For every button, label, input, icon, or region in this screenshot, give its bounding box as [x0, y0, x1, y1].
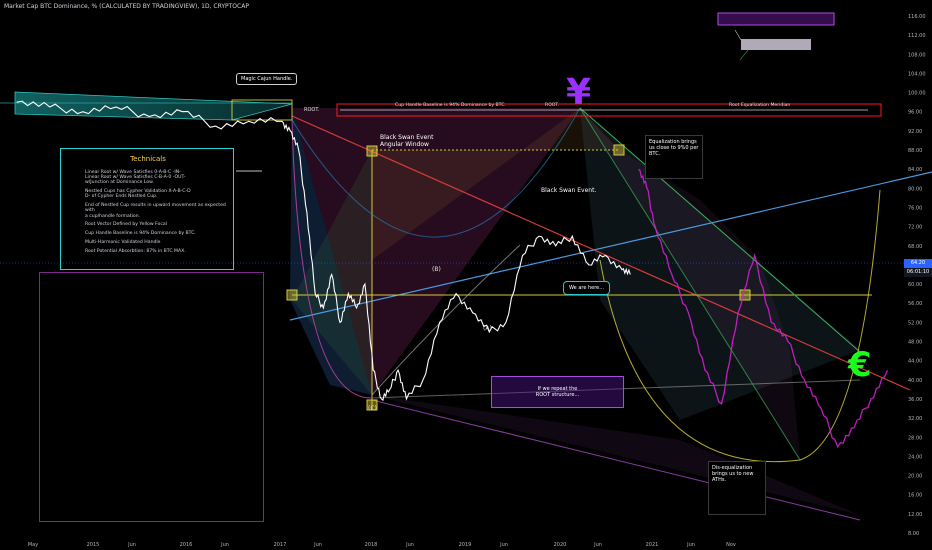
x-tick-label: 2020 [554, 542, 567, 548]
x-axis: May 2015 Jun 2016 Jun 2017 Jun 2018 Jun 2019 Jun 20… [28, 542, 736, 548]
technicals-line: Linear Root w/ Wave Satisfies 0-A-B-C -I… [85, 170, 186, 186]
legend-connector-2 [739, 49, 749, 61]
y-tick-label: 52.00 [908, 320, 922, 326]
x-tick-label: Jun [686, 542, 695, 548]
y-tick-label: 116.00 [908, 14, 926, 20]
technicals-title: Technicals [130, 155, 166, 163]
yen-symbol: ¥ [566, 72, 592, 113]
y-tick-label: 76.00 [908, 205, 922, 211]
repeat-root-box: If we repeat the ROOT structure... [491, 376, 624, 408]
legend-grey-box [741, 39, 811, 50]
magic-cajun-callout: Magic Cajun Handle. [236, 73, 298, 85]
technicals-line: Multi-Harmonic Validated Handle [85, 240, 161, 245]
y-tick-label: 80.00 [908, 186, 922, 192]
black-swan-event-label: Black Swan Event. [541, 187, 597, 194]
x-tick-label: 2018 [365, 542, 378, 548]
technicals-line: Root Potential Absorbtion: 87% in BTC MA… [85, 248, 186, 254]
focal-square-top [366, 145, 378, 157]
y-tick-label: 108.00 [908, 52, 926, 58]
x-tick-label: Jun [499, 542, 508, 548]
y-tick-label: 96.00 [908, 110, 922, 116]
focal-square-right [613, 144, 625, 156]
y-tick-label: 112.00 [908, 33, 926, 39]
x-tick-label: Jun [313, 542, 322, 548]
black-panel [39, 272, 264, 522]
harmonic-shapes [290, 108, 860, 515]
y-tick-label: 24.00 [908, 454, 922, 460]
y-tick-label: 56.00 [908, 301, 922, 307]
dis-equalization-note: Dis-equalization brings us to new ATHs. [708, 461, 766, 515]
technicals-line: Nestled Cups has Cypher Validation X-A-B… [85, 189, 191, 200]
euro-symbol: € [848, 345, 872, 385]
x-tick-label: Jun [220, 542, 229, 548]
technicals-line: Cup Handle Baseline is 94% Dominance by … [85, 231, 196, 237]
x-tick-label: 2015 [87, 542, 100, 548]
root-left-label: ROOT. [304, 107, 320, 113]
y-tick-label: 44.00 [908, 359, 922, 365]
y-tick-label: 88.00 [908, 148, 922, 154]
handle-channel [14, 91, 293, 121]
legend-connector [734, 29, 742, 41]
current-price-badge: 64.20 [904, 259, 932, 268]
focal-square-mid [739, 289, 751, 301]
y-tick-label: 48.00 [908, 340, 922, 346]
y-tick-label: 12.00 [908, 512, 922, 518]
y-tick-label: 20.00 [908, 474, 922, 480]
technicals-line: End of Nestled Cup results in upward mov… [85, 203, 226, 219]
y-tick-label: 104.00 [908, 71, 926, 77]
y-tick-label: 28.00 [908, 435, 922, 441]
wave-a-label: (A) [483, 325, 492, 332]
y-tick-label: 8.00 [908, 531, 919, 537]
y-tick-label: 100.00 [908, 91, 926, 97]
root-equalization-label: Root Equalization Meridian [729, 103, 791, 108]
x-tick-label: Jun [593, 542, 602, 548]
x-tick-label: 2021 [646, 542, 659, 548]
root-center-label: ROOT. [545, 103, 560, 108]
y-tick-label: 60.00 [908, 282, 922, 288]
y-tick-label: 84.00 [908, 167, 922, 173]
black-swan-window-label: Black Swan Event Angular Window [380, 134, 434, 148]
y-tick-label: 92.00 [908, 129, 922, 135]
y-tick-label: 32.00 [908, 416, 922, 422]
y-tick-label: 40.00 [908, 378, 922, 384]
technicals-line: Root Vector Defined by Yellow Focal [85, 222, 167, 228]
x-tick-label: 2019 [459, 542, 472, 548]
cup-handle-baseline-label: Cup Handle Baseline is 94% Dominance by … [395, 103, 506, 108]
focal-square-left [286, 289, 298, 301]
timer-badge: 06:01:10 [904, 268, 932, 277]
y-tick-label: 72.00 [908, 225, 922, 231]
x-tick-label: Jun [405, 542, 414, 548]
y-tick-label: 36.00 [908, 397, 922, 403]
wave-b-label: (B) [432, 266, 441, 273]
x-tick-label: Jun [127, 542, 136, 548]
y-tick-label: 16.00 [908, 493, 922, 499]
equalization-note: Equalization brings us close to 9%0 per … [645, 135, 703, 179]
wave-c-label: (C) [368, 405, 377, 412]
y-tick-label: 68.00 [908, 244, 922, 250]
x-tick-label: 2016 [180, 542, 193, 548]
we-are-here-callout: We are here... [563, 281, 611, 295]
technicals-panel: Technicals Linear Root w/ Wave Satisfies… [60, 148, 234, 270]
x-tick-label: Nov [726, 542, 736, 548]
x-tick-label: 2017 [274, 542, 287, 548]
chart-title: Market Cap BTC Dominance, % (CALCULATED … [4, 3, 249, 10]
x-tick-label: May [28, 542, 38, 548]
legend-purple-box [717, 12, 835, 26]
